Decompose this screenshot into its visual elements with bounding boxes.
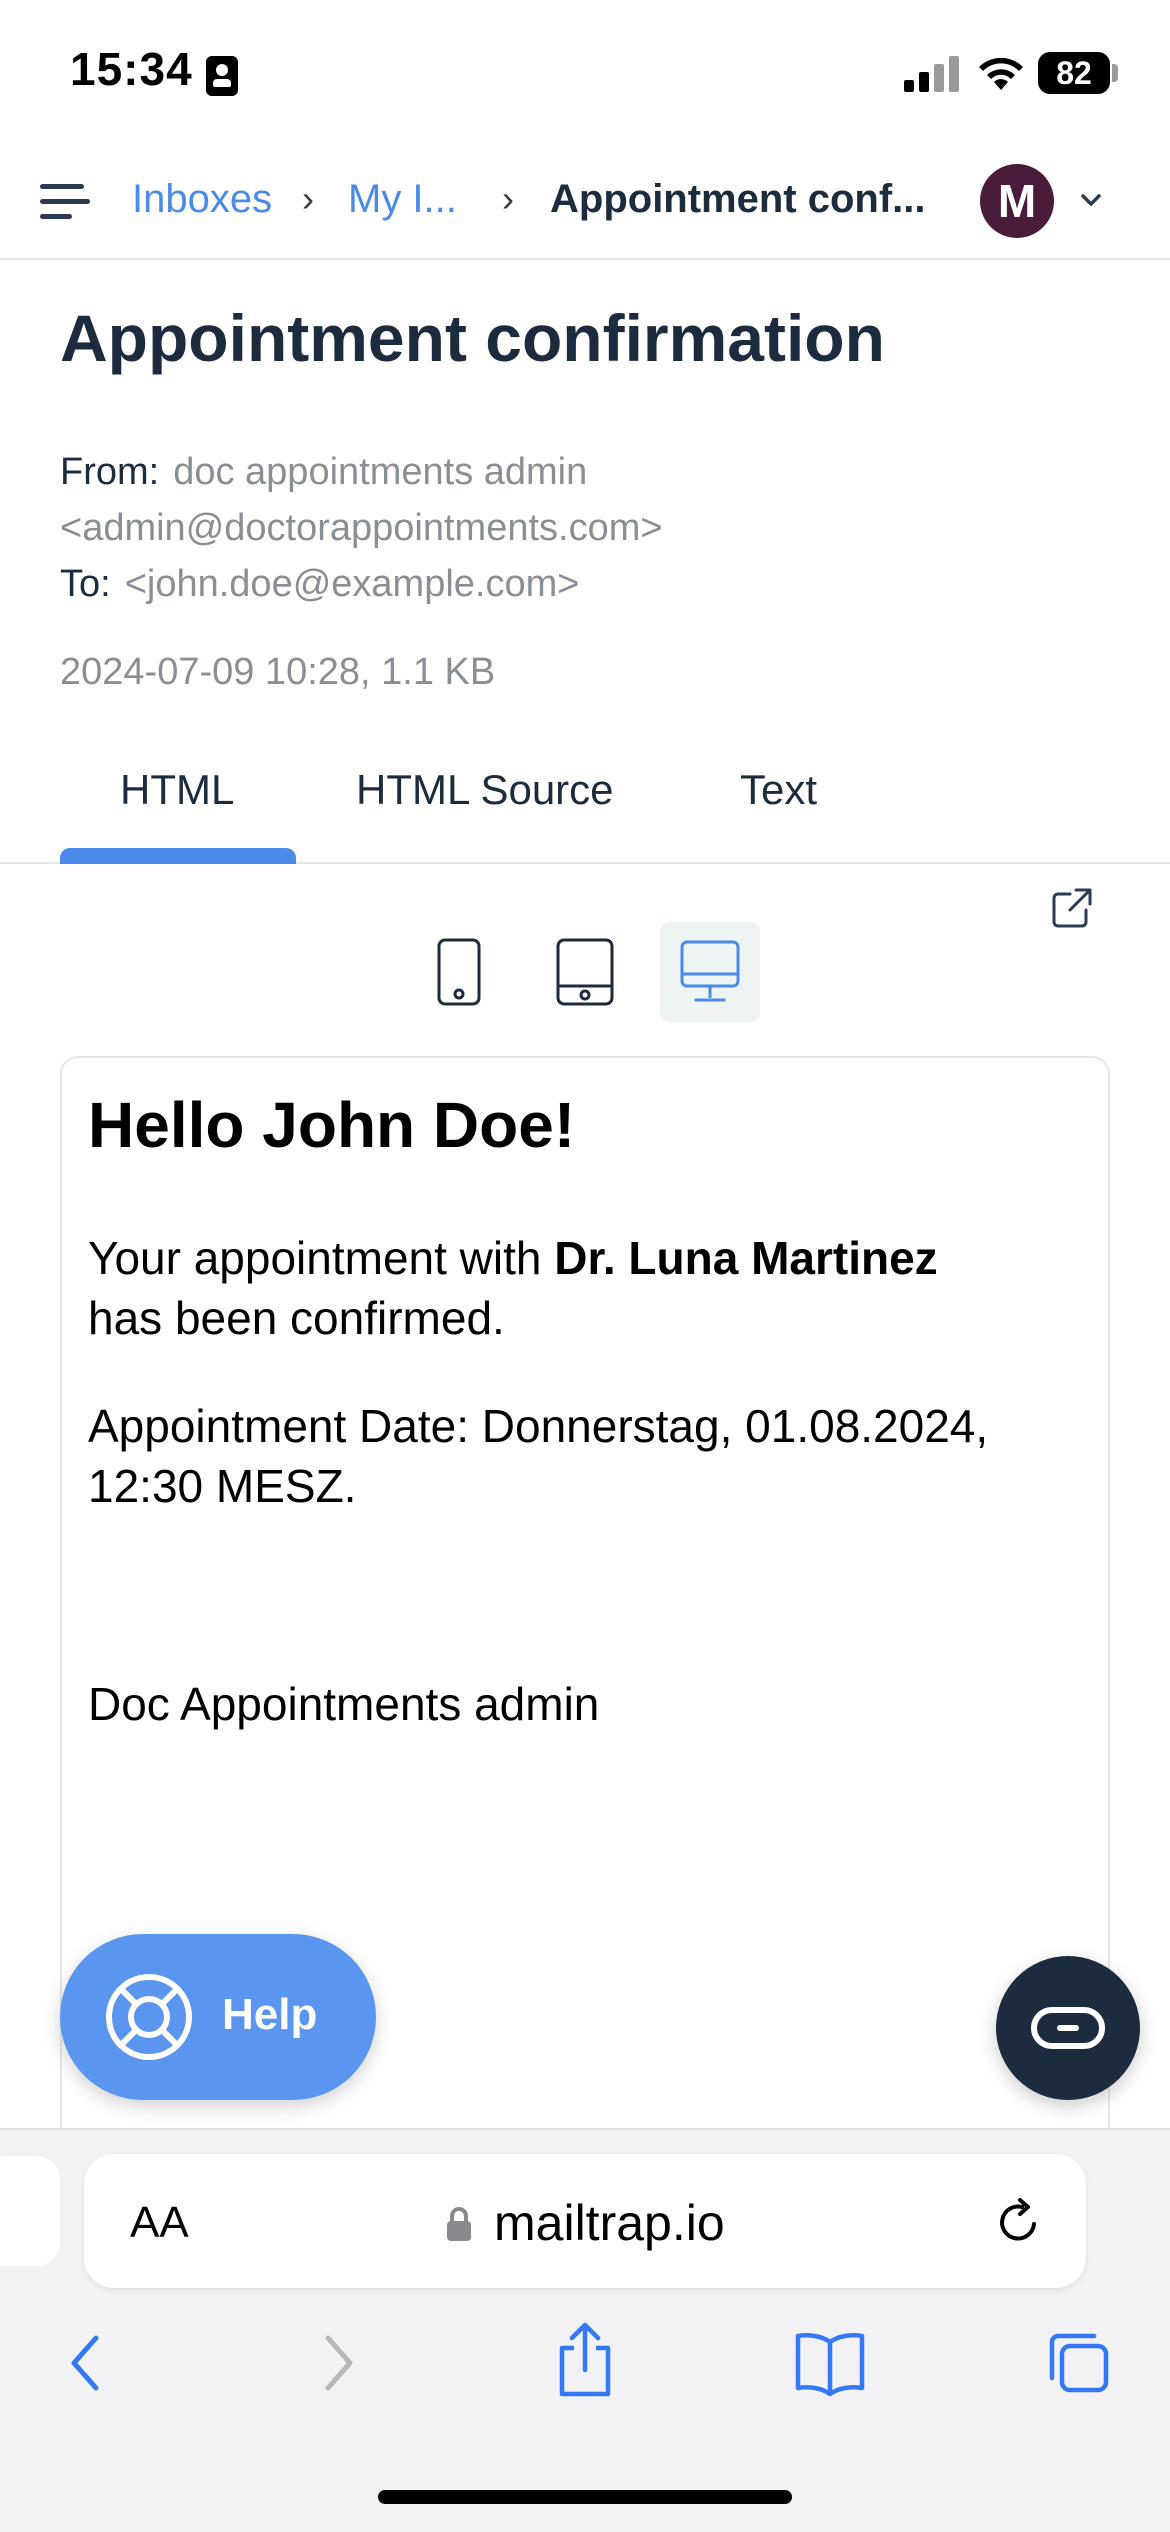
desktop-icon	[680, 940, 740, 1002]
home-indicator[interactable]	[378, 2490, 792, 2504]
help-button[interactable]: Help	[60, 1934, 376, 2100]
email-line-1: Your appointment with Dr. Luna Martinez h…	[88, 1228, 1088, 1348]
chat-icon	[1031, 2007, 1105, 2049]
mobile-view-button[interactable]	[409, 922, 509, 1022]
date-size: 2024-07-09 10:28, 1.1 KB	[60, 651, 496, 693]
to-line: To: <john.doe@example.com>	[60, 556, 579, 612]
active-tab-indicator	[60, 848, 296, 864]
breadcrumb-my-inbox[interactable]: My I...	[348, 174, 457, 224]
status-time: 15:34	[70, 43, 193, 95]
tab-text[interactable]: Text	[740, 766, 817, 814]
chat-button[interactable]	[996, 1956, 1140, 2100]
breadcrumb-separator: ›	[302, 178, 314, 219]
from-email: <admin@doctorappointments.com>	[60, 507, 663, 549]
email-line-1-suffix: has been confirmed.	[88, 1292, 505, 1344]
doctor-name: Dr. Luna Martinez	[554, 1232, 938, 1284]
previous-tab-preview[interactable]	[0, 2156, 60, 2266]
external-link-icon[interactable]	[1050, 886, 1094, 930]
breadcrumb-separator: ›	[502, 178, 514, 219]
email-line-1-prefix: Your appointment with	[88, 1232, 555, 1284]
share-icon[interactable]	[552, 2320, 618, 2400]
appointment-date: Appointment Date: Donnerstag, 01.08.2024…	[88, 1400, 989, 1512]
breadcrumb-current: Appointment conf...	[550, 177, 926, 221]
from-name: doc appointments admin	[173, 451, 588, 493]
from-label: From:	[60, 451, 160, 493]
lock-icon	[447, 2207, 471, 2241]
chevron-down-icon[interactable]	[1078, 190, 1104, 210]
tablet-view-button[interactable]	[535, 922, 635, 1022]
tab-html-source[interactable]: HTML Source	[356, 766, 614, 814]
mobile-icon	[437, 938, 481, 1006]
menu-icon[interactable]	[40, 180, 92, 224]
tablet-icon	[556, 938, 614, 1006]
lifebuoy-icon	[106, 1974, 192, 2060]
forward-icon[interactable]	[312, 2328, 362, 2398]
breadcrumb-inboxes[interactable]: Inboxes	[132, 174, 272, 224]
to-email: <john.doe@example.com>	[124, 563, 580, 605]
aa-label: AA	[130, 2198, 189, 2247]
top-navigation: Inboxes › My I... › Appointment conf... …	[0, 150, 1170, 260]
reader-settings-button[interactable]: AA	[130, 2198, 189, 2248]
status-bar: 15:34 82	[0, 0, 1170, 140]
view-tabs: HTML HTML Source Text	[0, 750, 1170, 864]
cellular-signal-icon	[904, 56, 960, 92]
tabs-icon[interactable]	[1044, 2328, 1114, 2398]
browser-toolbar: AA mailtrap.io	[0, 2128, 1170, 2532]
reload-icon[interactable]	[992, 2196, 1044, 2248]
bookmarks-icon[interactable]	[792, 2328, 868, 2398]
back-icon[interactable]	[62, 2328, 112, 2398]
page-title: Appointment confirmation	[60, 301, 885, 375]
address-bar[interactable]: AA mailtrap.io	[84, 2154, 1086, 2288]
focus-person-icon	[206, 56, 238, 96]
desktop-view-button[interactable]	[660, 922, 760, 1022]
wifi-icon	[979, 57, 1023, 90]
battery-level: 82	[1038, 52, 1110, 94]
tab-html[interactable]: HTML	[120, 766, 234, 814]
to-label: To:	[60, 563, 111, 605]
battery-cap	[1112, 64, 1118, 82]
url-text[interactable]: mailtrap.io	[494, 2194, 725, 2252]
email-greeting: Hello John Doe!	[88, 1089, 576, 1161]
email-signature: Doc Appointments admin	[88, 1678, 600, 1730]
avatar[interactable]: M	[980, 164, 1054, 238]
help-label: Help	[222, 1990, 318, 2039]
from-line: From: doc appointments admin	[60, 444, 587, 500]
